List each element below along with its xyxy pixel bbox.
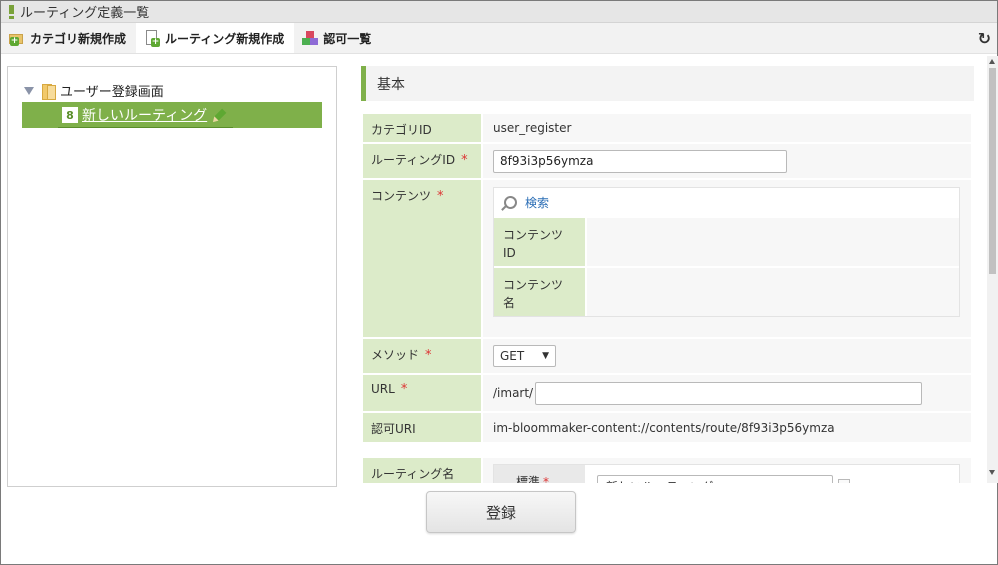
window-titlebar: ルーティング定義一覧 [1,1,997,23]
contents-search-link[interactable]: 検索 [504,194,549,211]
required-mark: * [425,348,432,363]
tree-item-new-routing[interactable]: 8 新しいルーティング [22,102,322,128]
toolbar: + カテゴリ新規作成 + ルーティング新規作成 認可一覧 ↻ [1,23,997,54]
row-routing-id: ルーティングID * 8f93i3p56ymza [363,144,971,178]
folder-icon [42,83,56,100]
refresh-icon[interactable]: ↻ [978,29,991,48]
category-id-value: user_register [483,114,971,142]
blocks-icon [302,30,319,46]
scroll-thumb[interactable] [989,68,996,274]
locale-toggle-button[interactable] [838,479,850,483]
locale-standard-label: 標準 * [494,465,585,483]
content-name-row: コンテンツ 名 [494,268,959,316]
section-header-basic: 基本 [361,66,974,101]
auth-uri-label: 認可URI [363,413,481,442]
content-name-label: コンテンツ 名 [494,268,585,316]
url-cell: /imart/ [483,375,971,411]
row-category-id: カテゴリID user_register [363,114,971,142]
page-add-icon: + [144,30,161,47]
authorization-list-button[interactable]: 認可一覧 [294,23,381,53]
routing-id-label: ルーティングID * [363,144,481,178]
routing-name-input[interactable]: 新しいルーティング [597,475,833,483]
contents-cell: 検索 コンテンツ ID コンテンツ 名 [483,180,971,337]
scroll-down-arrow-icon[interactable] [989,470,995,475]
dropdown-arrow-icon: ▼ [542,351,549,361]
authorization-list-label: 認可一覧 [323,31,372,46]
routing-id-cell: 8f93i3p56ymza [483,144,971,178]
routing-form: 基本 カテゴリID user_register ルーティングID * 8f93i3… [361,66,977,483]
register-button[interactable]: 登録 [426,491,576,533]
required-mark: * [437,189,444,204]
row-method: メソッド * GET ▼ [363,339,971,373]
method-selected-value: GET [500,349,525,363]
url-prefix: /imart/ [493,386,534,400]
category-id-label: カテゴリID [363,114,481,142]
tree-item-underline [58,127,233,128]
routing-name-label: ルーティング名 [363,458,481,483]
exclamation-icon [9,4,14,19]
content-id-label: コンテンツ ID [494,218,585,266]
tree-root-label: ユーザー登録画面 [60,85,164,100]
routing-name-cell: 標準* 新しいルーティング [483,458,971,483]
row-contents: コンテンツ * 検索 コンテンツ ID コンテンツ 名 [363,180,971,337]
content-id-row: コンテンツ ID [494,218,959,266]
edit-pencil-icon[interactable] [212,107,229,124]
routing-number-badge: 8 [62,107,78,123]
method-cell: GET ▼ [483,339,971,373]
tree-child-label: 新しいルーティング [82,108,208,124]
content-name-value [587,268,959,316]
expand-triangle-icon[interactable] [24,86,34,95]
create-category-label: カテゴリ新規作成 [30,31,127,46]
auth-uri-value: im-bloommaker-content://contents/route/8… [483,413,971,442]
scroll-up-arrow-icon[interactable] [989,59,995,64]
contents-label: コンテンツ * [363,180,481,337]
content-id-value [587,218,959,266]
tree-panel: ユーザー登録画面 8 新しいルーティング [7,66,337,487]
folder-add-icon: + [9,30,25,46]
url-input[interactable] [535,381,923,405]
contents-box: 検索 コンテンツ ID コンテンツ 名 [493,187,960,317]
create-routing-label: ルーティング新規作成 [165,31,285,46]
vertical-scrollbar[interactable] [987,56,998,483]
row-auth-uri: 認可URI im-bloommaker-content://contents/r… [363,413,971,442]
url-label: URL * [363,375,481,411]
routing-id-input[interactable]: 8f93i3p56ymza [493,149,787,173]
tree-root-node[interactable]: ユーザー登録画面 [24,81,164,100]
search-label: 検索 [525,196,550,210]
create-category-button[interactable]: + カテゴリ新規作成 [1,23,136,53]
search-icon [504,196,517,209]
row-url: URL * /imart/ [363,375,971,411]
routing-name-box: 標準* 新しいルーティング [493,464,960,483]
method-select[interactable]: GET ▼ [493,345,556,367]
required-mark: * [461,153,468,168]
required-mark: * [400,382,408,397]
row-routing-name: ルーティング名 標準* 新しいルーティング [363,458,971,483]
required-mark: * [543,475,550,483]
method-label: メソッド * [363,339,481,373]
create-routing-button[interactable]: + ルーティング新規作成 [136,23,295,53]
section-title: 基本 [377,76,405,93]
window-title: ルーティング定義一覧 [20,6,150,21]
